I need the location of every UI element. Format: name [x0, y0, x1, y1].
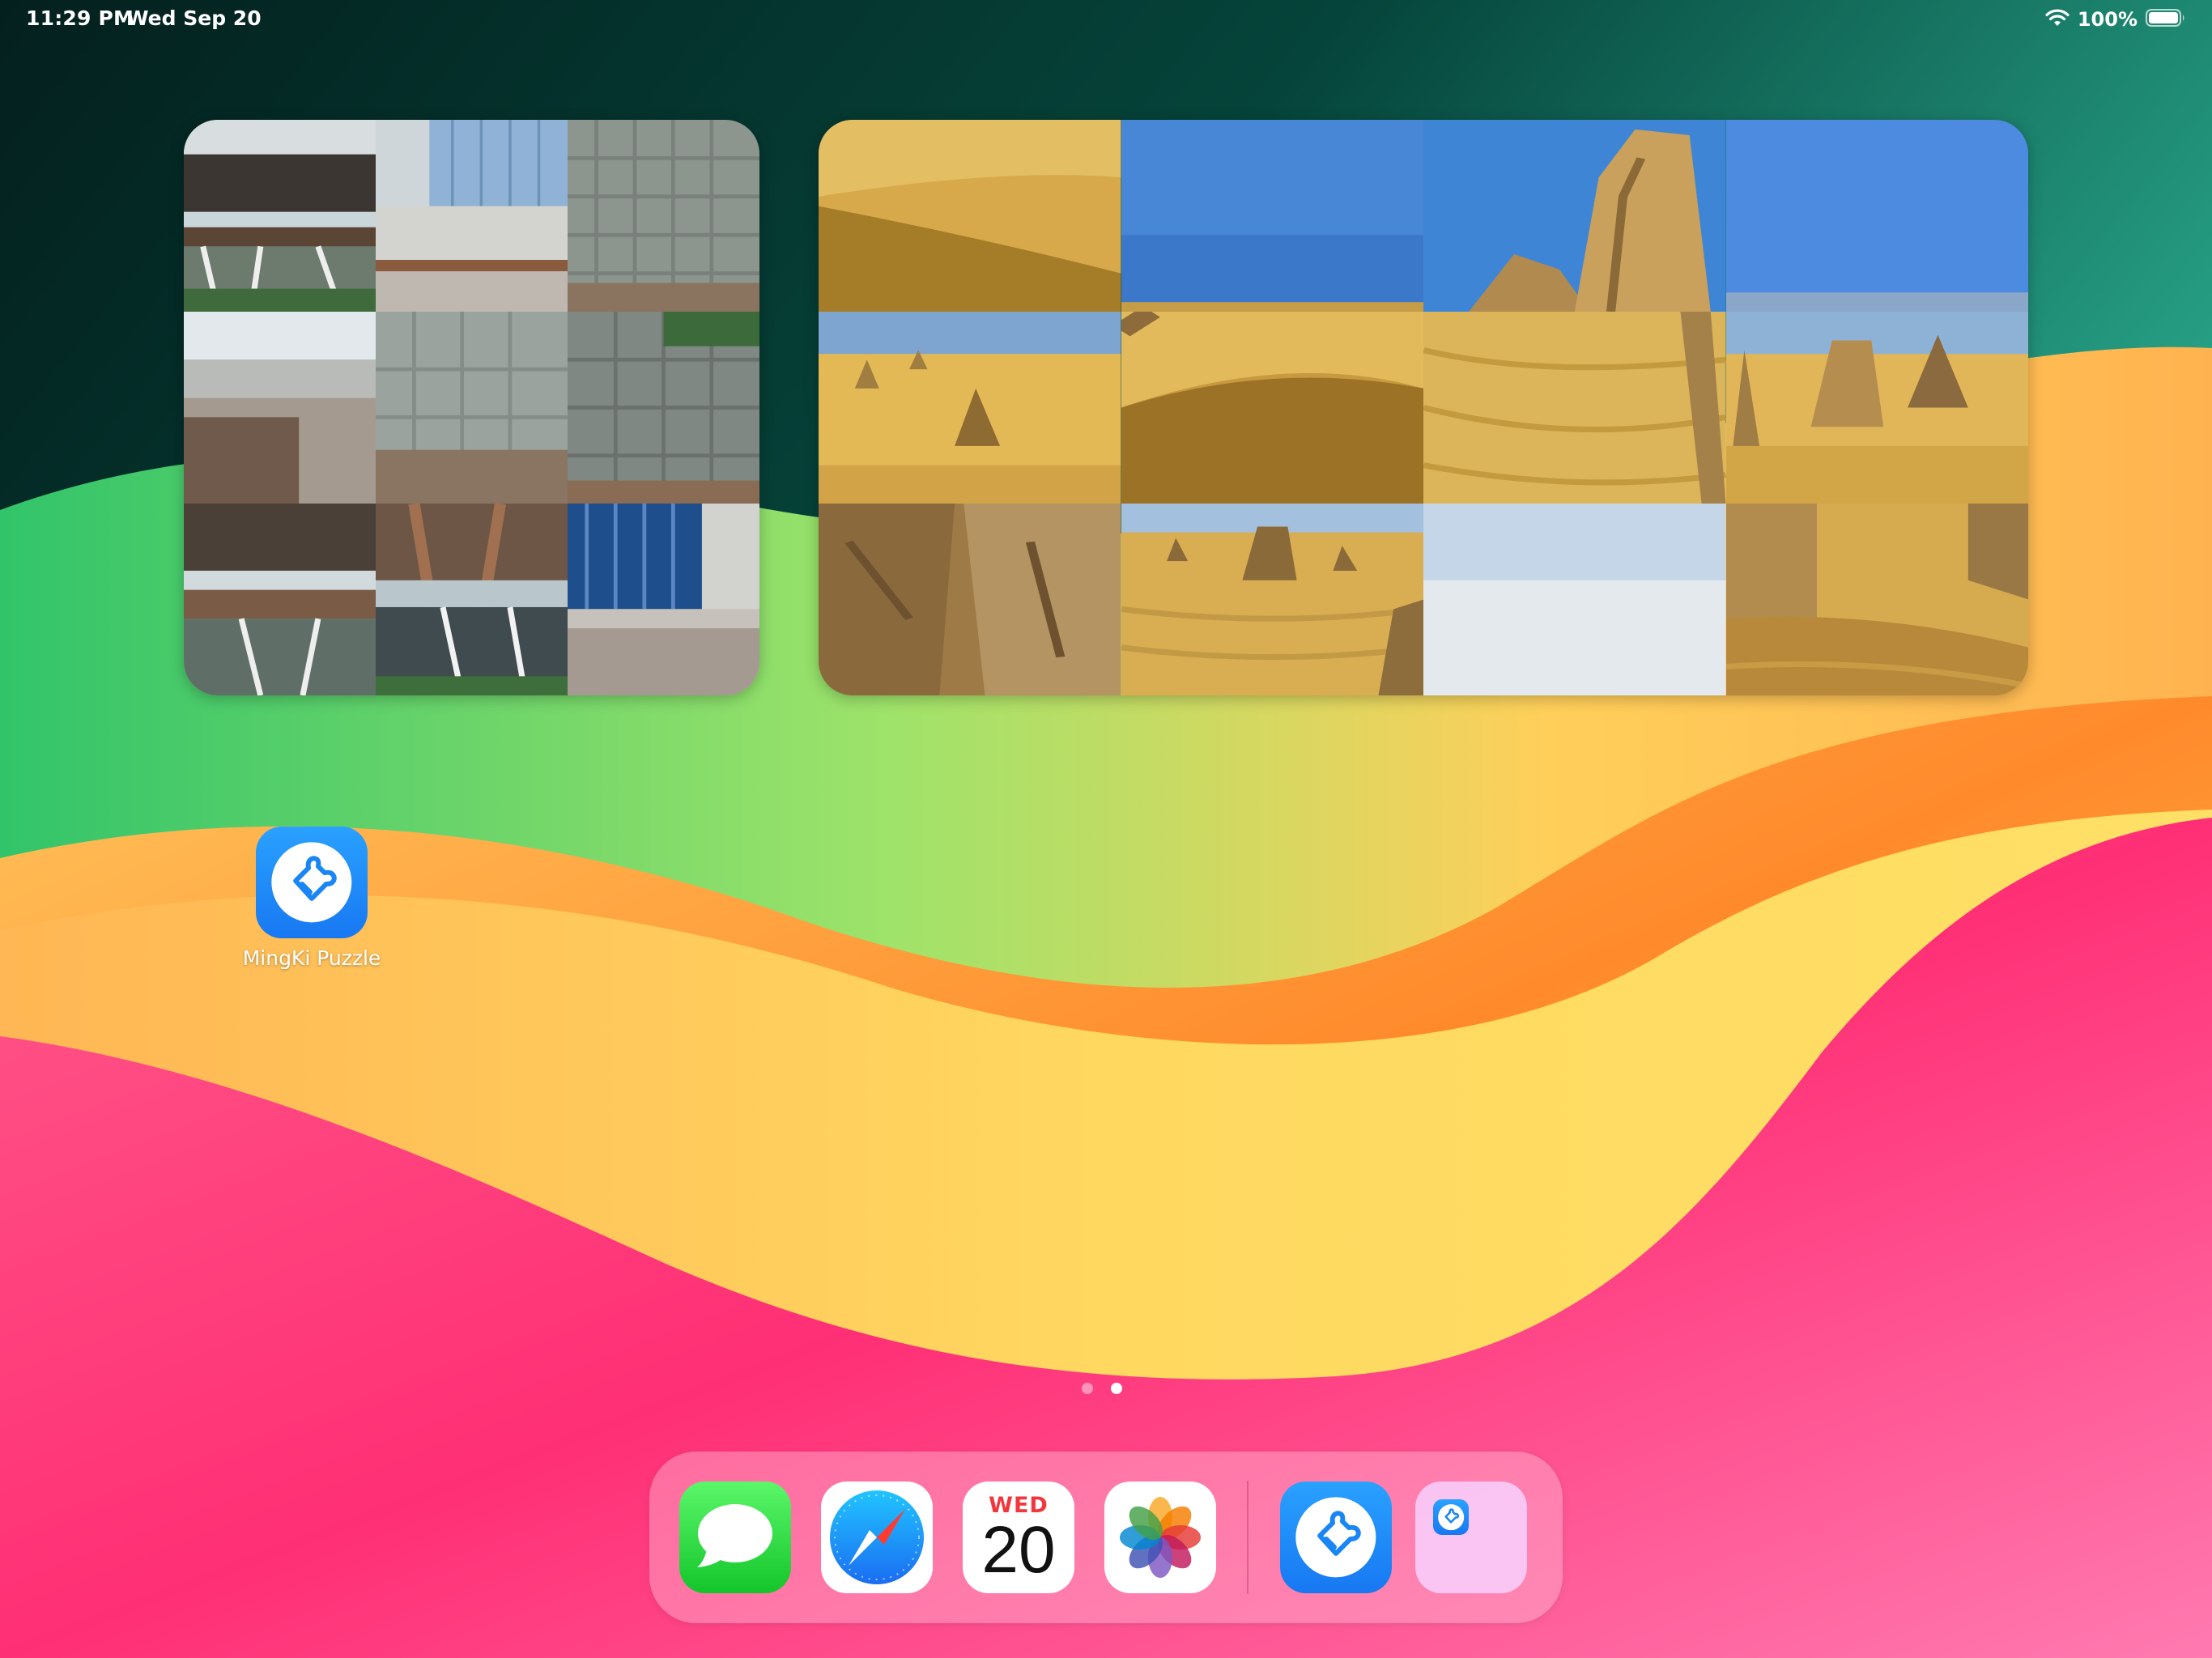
- compass-icon: [830, 1490, 924, 1584]
- status-date: Wed Sep 20: [126, 6, 262, 30]
- app-label: MingKi Puzzle: [242, 946, 381, 970]
- city-tile-8: [376, 504, 568, 695]
- desert-tile-7: [1423, 312, 1726, 504]
- desert-tile-12: [1725, 504, 2028, 695]
- page-dot-1[interactable]: [1082, 1383, 1093, 1394]
- status-bar: 11:29 PM Wed Sep 20 100%: [0, 0, 2212, 39]
- status-right: 100%: [2045, 5, 2186, 34]
- dock: WED 20: [649, 1452, 1563, 1623]
- desert-tile-grid: [819, 120, 2028, 695]
- desert-tile-10: [1121, 504, 1423, 695]
- city-tile-7: [184, 504, 376, 695]
- desert-tile-6: [1121, 312, 1423, 504]
- city-tile-5: [376, 312, 568, 504]
- photos-flower-icon: [1120, 1497, 1201, 1578]
- city-tile-2: [376, 120, 568, 312]
- dock-app-calendar[interactable]: WED 20: [963, 1482, 1074, 1593]
- city-tile-6: [568, 312, 759, 504]
- battery-icon: [2146, 8, 2186, 31]
- dock-app-mingki-puzzle[interactable]: [1280, 1482, 1392, 1593]
- city-tile-1: [184, 120, 376, 312]
- desert-tile-9: [819, 504, 1121, 695]
- dock-app-safari[interactable]: [821, 1482, 933, 1593]
- desert-tile-11: [1423, 504, 1726, 695]
- dock-separator: [1247, 1481, 1249, 1594]
- speech-bubble-icon: [697, 1504, 772, 1567]
- city-tile-grid: [184, 120, 759, 695]
- desert-tile-4: [1725, 120, 2028, 312]
- desert-tile-2: [1121, 120, 1423, 312]
- folder-icon: [1433, 1499, 1469, 1535]
- desert-tile-5: [819, 312, 1121, 504]
- desert-tile-3: [1423, 120, 1726, 312]
- desert-tile-1: [819, 120, 1121, 312]
- city-tile-3: [568, 120, 759, 312]
- wifi-icon: [2045, 8, 2069, 31]
- puzzle-piece-icon: [1295, 1497, 1376, 1578]
- photo-puzzle-widget-desert[interactable]: [819, 120, 2028, 695]
- app-mingki-puzzle[interactable]: MingKi Puzzle: [235, 827, 389, 970]
- city-tile-9: [568, 504, 759, 695]
- calendar-date: 20: [981, 1513, 1056, 1587]
- page-dot-2[interactable]: [1111, 1383, 1122, 1394]
- page-indicator[interactable]: [1082, 1383, 1122, 1394]
- dock-app-photos[interactable]: [1104, 1482, 1216, 1593]
- battery-percent: 100%: [2077, 8, 2138, 31]
- desert-tile-8: [1725, 312, 2028, 504]
- photo-puzzle-widget-city[interactable]: [184, 120, 759, 695]
- dock-app-messages[interactable]: [679, 1482, 791, 1593]
- status-time: 11:29 PM: [26, 6, 134, 30]
- puzzle-piece-icon[interactable]: [256, 827, 368, 938]
- city-tile-4: [184, 312, 376, 504]
- dock-app-library-folder[interactable]: [1415, 1482, 1527, 1593]
